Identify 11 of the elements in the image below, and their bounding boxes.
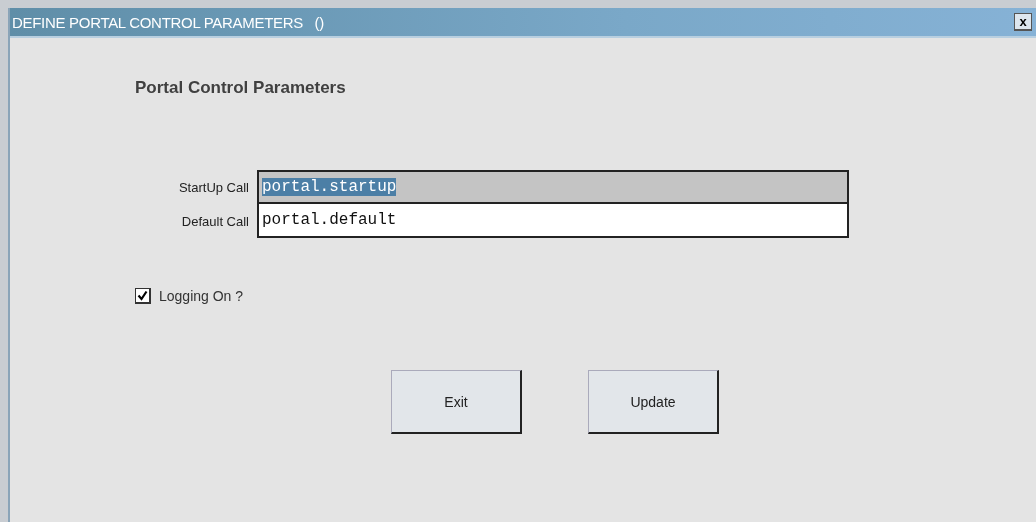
section-heading: Portal Control Parameters [135,78,347,98]
update-button[interactable]: Update [588,370,719,434]
checkbox[interactable] [135,288,151,304]
input-field[interactable]: portal.default [257,204,849,238]
input-field[interactable]: portal.startup [257,170,849,204]
close-button[interactable]: x [1014,13,1032,31]
field-label: Default Call [180,213,249,229]
checkbox-label: Logging On ? [159,288,244,304]
field-label: StartUp Call [177,179,249,195]
window-title: DEFINE PORTAL CONTROL PARAMETERS () [12,13,324,31]
exit-button[interactable]: Exit [391,370,522,434]
